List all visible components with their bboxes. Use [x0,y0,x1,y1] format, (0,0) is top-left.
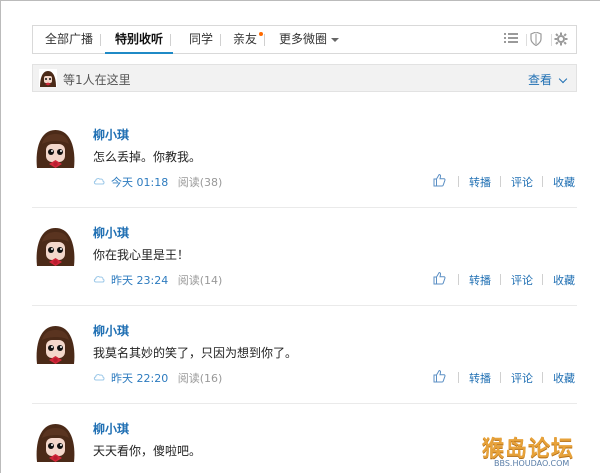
divider [458,274,459,285]
comment-button[interactable]: 评论 [511,174,533,190]
chevron-down-icon [558,74,568,84]
avatar[interactable] [32,418,79,465]
list-icon[interactable] [503,32,527,48]
list-icon-svg [504,33,518,43]
like-icon[interactable] [432,271,446,285]
avatar[interactable] [32,124,79,171]
comment-button[interactable]: 评论 [511,272,533,288]
divider [458,176,459,187]
divider [500,372,501,383]
favorite-button[interactable]: 收藏 [553,370,575,386]
tab-label: 特别收听 [115,32,164,46]
divider [500,176,501,187]
repost-button[interactable]: 转播 [469,272,491,288]
avatar-illustration [39,69,57,87]
avatar-illustration [32,320,79,367]
feed-tab-bar: 全部广播 特别收听 同学 亲友 更多微圈 [32,25,577,54]
post-time[interactable]: 今天 01:18 [111,176,168,189]
feed-item: 柳小琪 怎么丢掉。你教我。 今天 01:18 阅读(38) 转播 评论 收藏 [32,110,577,208]
comment-button[interactable]: 评论 [511,370,533,386]
view-button[interactable]: 查看 [527,71,568,88]
avatar-illustration [32,124,79,171]
gear-icon[interactable] [553,32,569,48]
post-text: 天天看你，傻啦吧。 [93,444,202,458]
chevron-down-icon [331,37,340,42]
forum-watermark: 猴岛论坛 BBS.HOUDAO.COM [482,431,600,473]
post-text: 怎么丢掉。你教我。 [93,150,202,164]
tab-label: 亲友 [233,32,258,46]
post-text: 你在我心里是王！ [93,248,190,262]
author-name[interactable]: 柳小琪 [93,322,129,339]
tab-label: 全部广播 [45,32,94,46]
feed-item: 柳小琪 你在我心里是王！ 昨天 23:24 阅读(14) 转播 评论 收藏 [32,208,577,306]
watermark-url: BBS.HOUDAO.COM [494,459,570,468]
tab-more-circles[interactable]: 更多微圈 [279,26,340,53]
divider [542,274,543,285]
avatar[interactable] [32,222,79,269]
tab-classmates[interactable]: 同学 [189,26,222,53]
favorite-button[interactable]: 收藏 [553,174,575,190]
post-meta: 今天 01:18 阅读(38) [93,174,222,190]
read-count: 阅读(38) [177,176,223,189]
post-time[interactable]: 昨天 23:24 [111,274,168,287]
cloud-icon [93,276,105,283]
cloud-icon [93,178,105,185]
new-indicator-dot [259,32,264,36]
avatar[interactable] [39,69,57,87]
shield-icon-svg [530,31,542,47]
tab-all-broadcast[interactable]: 全部广播 [45,26,102,53]
cloud-icon [93,374,105,381]
like-icon[interactable] [432,173,446,187]
gear-icon-svg [554,32,568,46]
divider [542,372,543,383]
read-count: 阅读(16) [177,372,223,385]
tab-special-follow[interactable]: 特别收听 [104,26,174,54]
author-name[interactable]: 柳小琪 [93,126,129,143]
avatar-illustration [32,222,79,269]
divider [500,274,501,285]
post-text: 我莫名其妙的笑了，只因为想到你了。 [93,346,298,360]
avatar[interactable] [32,320,79,367]
like-icon[interactable] [432,369,446,383]
post-actions: 转播 评论 收藏 [432,369,577,386]
tab-label: 同学 [189,32,214,46]
divider [458,372,459,383]
author-name[interactable]: 柳小琪 [93,420,129,437]
favorite-button[interactable]: 收藏 [553,272,575,288]
read-count: 阅读(14) [177,274,223,287]
divider [542,176,543,187]
repost-button[interactable]: 转播 [469,174,491,190]
feed-item: 柳小琪 我莫名其妙的笑了，只因为想到你了。 昨天 22:20 阅读(16) 转播… [32,306,577,404]
view-label: 查看 [527,73,552,87]
post-actions: 转播 评论 收藏 [432,173,577,190]
repost-button[interactable]: 转播 [469,370,491,386]
present-users-text: 等1人在这里 [63,73,131,87]
tab-label: 更多微圈 [279,32,328,46]
post-meta: 昨天 22:20 阅读(16) [93,370,222,386]
author-name[interactable]: 柳小琪 [93,224,129,241]
shield-icon[interactable] [528,31,552,48]
post-actions: 转播 评论 收藏 [432,271,577,288]
present-users-bar: 等1人在这里 查看 [32,64,577,92]
post-meta: 昨天 23:24 阅读(14) [93,272,222,288]
avatar-illustration [32,418,79,465]
tab-family-friends[interactable]: 亲友 [233,26,266,53]
post-time[interactable]: 昨天 22:20 [111,372,168,385]
